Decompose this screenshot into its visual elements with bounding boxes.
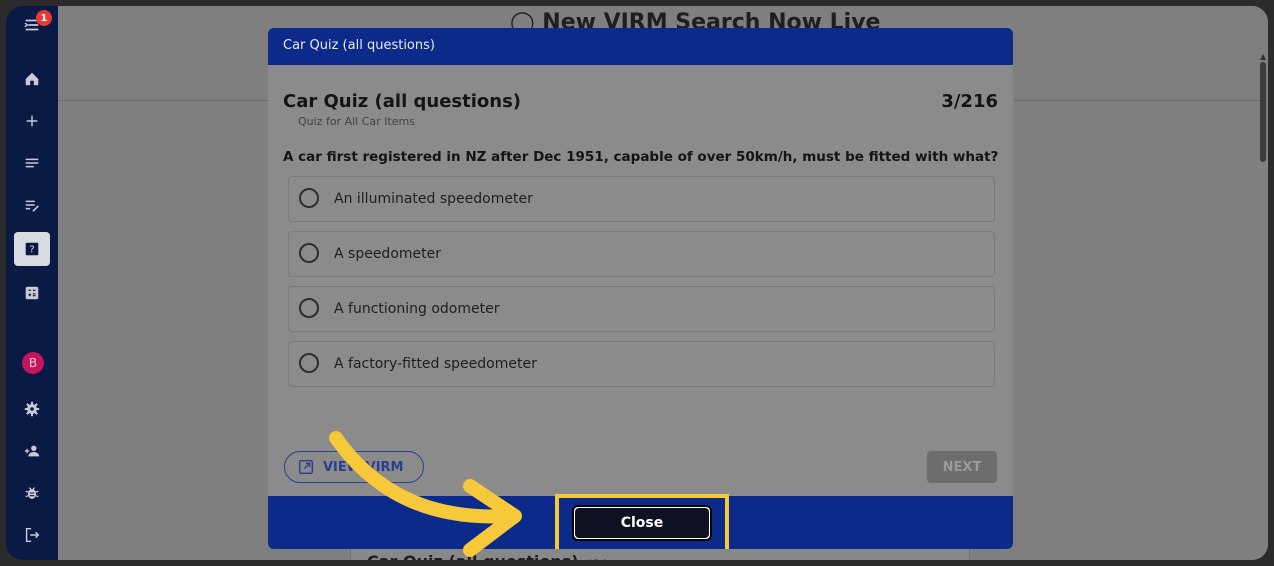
add-user-icon[interactable] bbox=[6, 434, 58, 468]
answer-option[interactable]: A factory-fitted speedometer bbox=[288, 341, 995, 387]
modal-header: Car Quiz (all questions) bbox=[268, 28, 1013, 65]
answer-label: A factory-fitted speedometer bbox=[334, 356, 537, 372]
close-button-label: Close bbox=[575, 508, 709, 538]
answer-option[interactable]: A functioning odometer bbox=[288, 286, 995, 332]
scrollbar[interactable] bbox=[1260, 62, 1266, 162]
radio-button[interactable] bbox=[299, 353, 319, 373]
quiz-title: Car Quiz (all questions) bbox=[283, 91, 522, 112]
plus-icon[interactable] bbox=[6, 104, 58, 138]
app-frame: 1 ? B ◯ New VIRM Search Now Live ▲ Car Q… bbox=[6, 6, 1268, 560]
answer-label: An illuminated speedometer bbox=[334, 191, 533, 207]
quiz-modal: Car Quiz (all questions) Car Quiz (all q… bbox=[268, 28, 1013, 549]
radio-button[interactable] bbox=[299, 243, 319, 263]
view-virm-label: VIEW VIRM bbox=[323, 459, 404, 475]
radio-button[interactable] bbox=[299, 298, 319, 318]
svg-text:?: ? bbox=[29, 245, 34, 256]
gear-icon[interactable] bbox=[6, 392, 58, 426]
quiz-subtitle: Quiz for All Car Items bbox=[298, 115, 415, 128]
answer-option[interactable]: A speedometer bbox=[288, 231, 995, 277]
sidebar: 1 ? B bbox=[6, 6, 58, 560]
notification-badge: 1 bbox=[36, 10, 52, 26]
close-button[interactable]: Close bbox=[572, 505, 712, 541]
edit-list-icon[interactable] bbox=[6, 188, 58, 222]
question-text: A car first registered in NZ after Dec 1… bbox=[283, 149, 999, 165]
answer-option[interactable]: An illuminated speedometer bbox=[288, 176, 995, 222]
scroll-up-icon[interactable]: ▲ bbox=[1260, 52, 1266, 61]
external-link-icon bbox=[298, 459, 314, 475]
home-icon[interactable] bbox=[6, 62, 58, 96]
bug-icon[interactable] bbox=[6, 476, 58, 510]
next-button[interactable]: NEXT bbox=[927, 451, 997, 483]
answer-label: A functioning odometer bbox=[334, 301, 500, 317]
quiz-card-title: Car Quiz (all questions) #14 bbox=[367, 552, 607, 560]
quiz-progress: 3/216 bbox=[941, 91, 998, 112]
answer-label: A speedometer bbox=[334, 246, 441, 262]
quiz-icon[interactable]: ? bbox=[14, 232, 50, 266]
radio-button[interactable] bbox=[299, 188, 319, 208]
view-virm-button[interactable]: VIEW VIRM bbox=[284, 451, 424, 483]
quiz-card-id: #14 bbox=[584, 557, 607, 560]
modal-body: Car Quiz (all questions) 3/216 Quiz for … bbox=[268, 65, 1013, 496]
modal-header-title: Car Quiz (all questions) bbox=[283, 38, 435, 53]
list-icon[interactable] bbox=[6, 146, 58, 180]
quiz-card-title-text: Car Quiz (all questions) bbox=[367, 552, 579, 560]
modal-footer: Close bbox=[268, 494, 1013, 549]
calculator-icon[interactable] bbox=[6, 276, 58, 310]
logout-icon[interactable] bbox=[6, 518, 58, 552]
avatar[interactable]: B bbox=[22, 352, 44, 374]
menu-icon[interactable]: 1 bbox=[6, 8, 58, 42]
